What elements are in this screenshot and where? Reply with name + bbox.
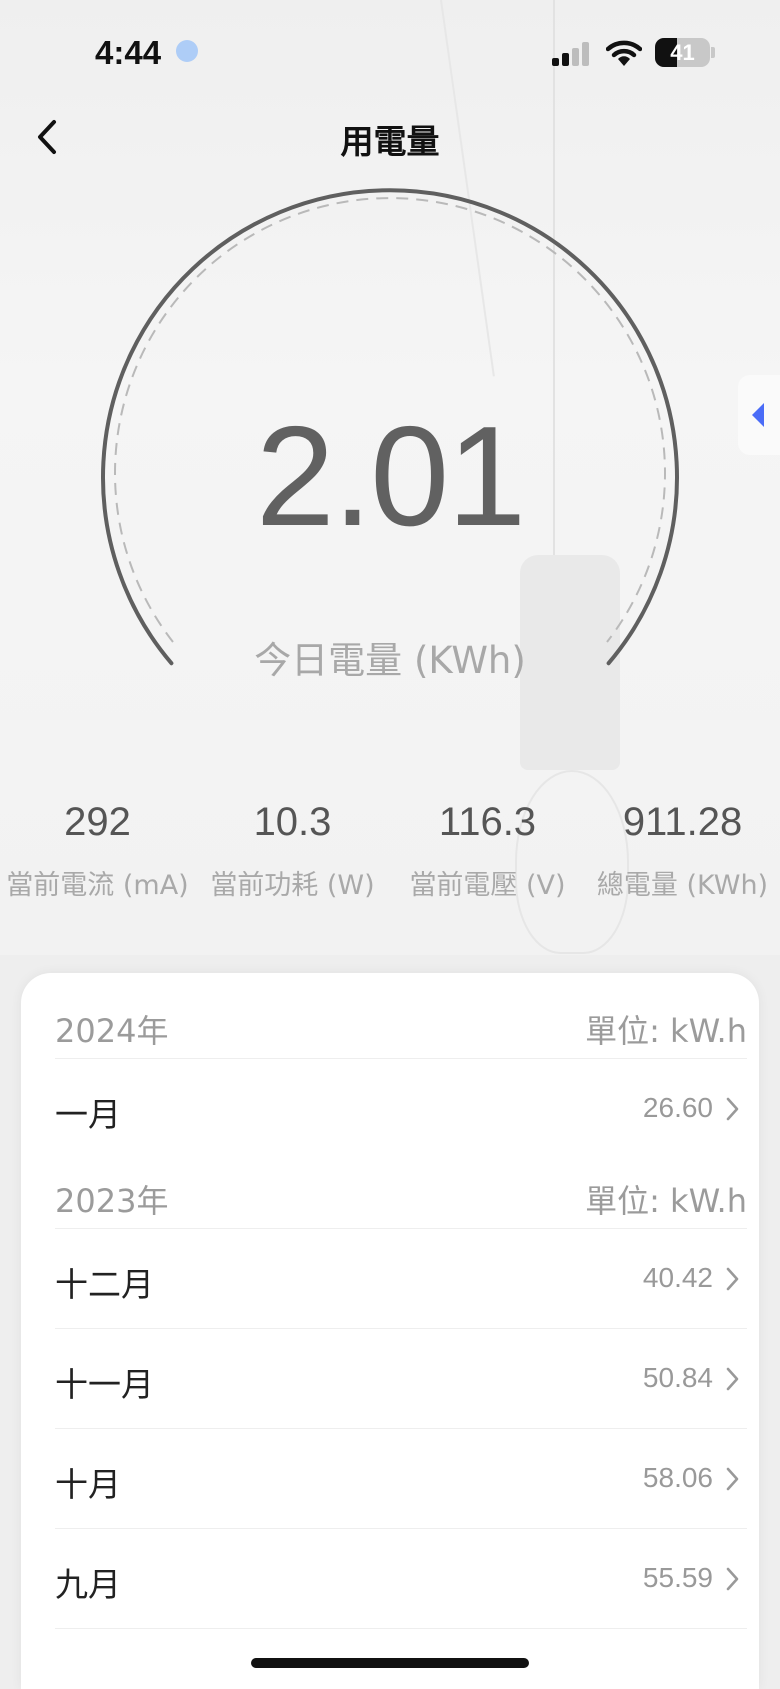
stat-power: 10.3 當前功耗 (W) xyxy=(195,800,390,902)
month-label: 一月 xyxy=(55,1095,121,1134)
wifi-icon xyxy=(606,40,642,66)
cellular-signal-icon xyxy=(552,42,594,66)
stat-label: 當前電壓 (V) xyxy=(409,870,566,901)
month-value: 26.60 xyxy=(642,1092,713,1123)
month-row[interactable]: 九月 55.59 xyxy=(55,1528,747,1629)
stat-label: 當前功耗 (W) xyxy=(210,870,375,901)
stat-value: 911.28 xyxy=(622,800,743,844)
month-label: 十一月 xyxy=(55,1365,154,1404)
stat-current: 292 當前電流 (mA) xyxy=(0,800,195,902)
month-label: 十二月 xyxy=(55,1265,154,1304)
stat-value: 292 xyxy=(64,800,131,844)
month-label: 九月 xyxy=(55,1565,121,1604)
month-value: 50.84 xyxy=(642,1362,713,1393)
monthly-usage-card: 2024年 單位: kW.h 一月 26.60 2023年 單位: kW.h 十… xyxy=(21,973,759,1689)
status-bar: 4:44 41 xyxy=(0,0,780,100)
month-row[interactable]: 十月 58.06 xyxy=(55,1428,747,1529)
month-row[interactable]: 十二月 40.42 xyxy=(55,1228,747,1329)
unit-label: 單位: kW.h xyxy=(585,1012,747,1050)
battery-nub xyxy=(711,47,715,58)
location-indicator-icon xyxy=(176,40,198,62)
month-value: 55.59 xyxy=(642,1562,713,1593)
home-indicator[interactable] xyxy=(251,1658,529,1668)
chevron-right-icon xyxy=(726,1267,739,1291)
year-header-2024: 2024年 單位: kW.h xyxy=(55,973,747,1059)
today-usage-value: 2.01 xyxy=(255,397,526,556)
page-title: 用電量 xyxy=(340,122,440,161)
battery-icon: 41 xyxy=(655,38,710,67)
stats-row: 292 當前電流 (mA) 10.3 當前功耗 (W) 116.3 當前電壓 (… xyxy=(0,800,780,910)
month-row[interactable]: 十一月 50.84 xyxy=(55,1328,747,1429)
side-drawer-tab[interactable] xyxy=(738,375,780,455)
year-label: 2023年 xyxy=(55,1182,169,1220)
month-value: 58.06 xyxy=(642,1462,713,1493)
month-label: 十月 xyxy=(55,1465,121,1504)
caret-left-icon xyxy=(752,403,764,427)
stat-label: 當前電流 (mA) xyxy=(6,870,189,901)
chevron-right-icon xyxy=(726,1467,739,1491)
year-label: 2024年 xyxy=(55,1012,169,1050)
stat-value: 116.3 xyxy=(438,800,537,844)
chevron-right-icon xyxy=(726,1567,739,1591)
status-time: 4:44 xyxy=(95,34,162,71)
unit-label: 單位: kW.h xyxy=(585,1182,747,1220)
month-value: 40.42 xyxy=(642,1262,713,1293)
stat-voltage: 116.3 當前電壓 (V) xyxy=(390,800,585,902)
stat-value: 10.3 xyxy=(253,800,332,844)
battery-level: 41 xyxy=(670,40,695,65)
today-usage-label: 今日電量 (KWh) xyxy=(254,639,526,682)
stat-total: 911.28 總電量 (KWh) xyxy=(585,800,780,902)
year-header-2023: 2023年 單位: kW.h xyxy=(55,1143,747,1229)
stat-label: 總電量 (KWh) xyxy=(596,870,769,901)
chevron-right-icon xyxy=(726,1367,739,1391)
chevron-right-icon xyxy=(726,1097,739,1121)
